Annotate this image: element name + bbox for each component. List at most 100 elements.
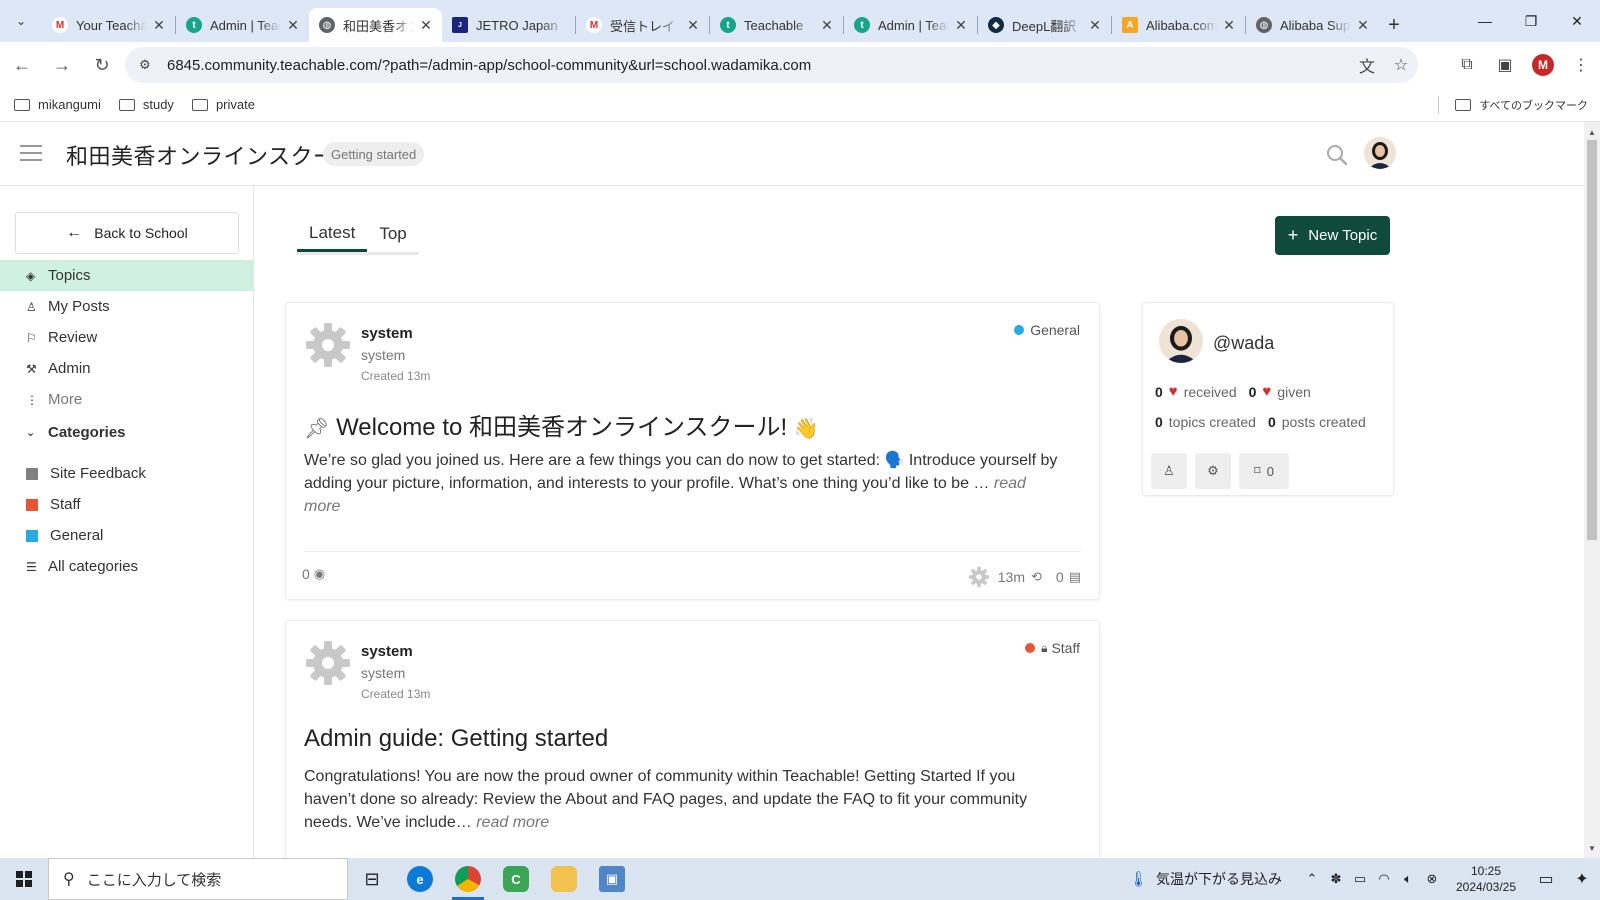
back-to-school-button[interactable]: ← Back to School [15, 212, 239, 254]
url-omnibox[interactable]: ⚙ 6845.community.teachable.com/?path=/ad… [125, 47, 1418, 83]
user-avatar[interactable] [1364, 137, 1396, 169]
tab-top[interactable]: Top [367, 216, 418, 252]
post-category[interactable]: General [1014, 322, 1080, 338]
volume-icon[interactable]: 🔈︎ [1396, 871, 1420, 887]
sidebar-category-all[interactable]: ☰ All categories [0, 551, 254, 582]
profile-avatar[interactable]: M [1532, 54, 1554, 76]
close-window-icon[interactable]: ✕ [1554, 0, 1600, 42]
forward-arrow-icon[interactable]: → [44, 47, 80, 83]
browser-tab[interactable]: t Admin | Teachable ✕ [844, 8, 977, 42]
topic-card[interactable]: system system Created 13m 🔒︎ Staff Admin… [285, 620, 1100, 858]
browser-tab[interactable]: A Alibaba.com ✕ [1112, 8, 1245, 42]
taskbar-search-input[interactable]: ⚲ ここに入力して検索 [48, 858, 348, 900]
browser-menu-icon[interactable]: ⋮ [1562, 55, 1600, 75]
site-title[interactable]: 和田美香オンラインスクール [66, 139, 358, 171]
post-title[interactable]: 📌︎ Welcome to 和田美香オンラインスクール! 👋 [304, 407, 819, 442]
wifi-icon[interactable]: ◠ [1372, 871, 1396, 887]
sidebar-item-admin[interactable]: ⚒ Admin [0, 353, 254, 384]
new-tab-button[interactable]: + [1379, 8, 1409, 42]
browser-tab[interactable]: t Teachable ✕ [710, 8, 843, 42]
taskbar-camtasia[interactable]: C [492, 858, 540, 900]
jetro-icon: J [452, 17, 468, 33]
profile-username[interactable]: @wada [1213, 333, 1274, 354]
close-tab-icon[interactable]: ✕ [685, 17, 701, 34]
extensions-puzzle-icon[interactable]: ⧉ [1448, 56, 1486, 74]
preferences-button[interactable]: ⚙ [1195, 453, 1231, 489]
sidebar-category-site-feedback[interactable]: Site Feedback [0, 458, 254, 489]
browser-tab[interactable]: t Admin | Teachable ✕ [176, 8, 309, 42]
browser-tab[interactable]: ◆ DeepL翻訳 ✕ [978, 8, 1111, 42]
browser-tab[interactable]: M 受信トレイ（ ✕ [576, 8, 709, 42]
post-author[interactable]: system [361, 325, 413, 342]
tab-search-chevron-icon[interactable]: ⌄ [0, 0, 42, 42]
tab-latest[interactable]: Latest [297, 216, 368, 252]
bookmark-folder[interactable]: study [118, 97, 174, 112]
categories-toggle[interactable]: ⌄ Categories [26, 424, 126, 441]
start-button[interactable] [0, 858, 48, 900]
site-settings-icon[interactable]: ⚙ [139, 57, 157, 73]
hamburger-menu-icon[interactable] [20, 145, 42, 161]
scroll-down-arrow-icon[interactable]: ▼ [1584, 840, 1600, 856]
close-tab-icon[interactable]: ✕ [285, 17, 301, 34]
sidebar-item-review[interactable]: ⚐ Review [0, 322, 254, 353]
profile-avatar-large[interactable] [1159, 319, 1203, 363]
browser-tab[interactable]: ◍ Alibaba Sup ✕ [1246, 8, 1379, 42]
search-icon[interactable] [1326, 144, 1348, 166]
bookmark-star-icon[interactable]: ☆ [1384, 55, 1418, 75]
side-panel-icon[interactable]: ▣ [1486, 55, 1524, 75]
scroll-up-arrow-icon[interactable]: ▲ [1584, 124, 1600, 140]
taskbar-clock[interactable]: 10:25 2024/03/25 [1450, 863, 1522, 895]
post-title[interactable]: Admin guide: Getting started [304, 725, 608, 753]
browser-tab[interactable]: J JETRO Japan [442, 8, 575, 42]
taskbar-edge[interactable]: e [396, 858, 444, 900]
reload-icon[interactable]: ↻ [84, 47, 120, 83]
chevron-up-icon[interactable]: ⌃ [1300, 871, 1324, 887]
battery-icon[interactable]: ▭ [1348, 871, 1372, 887]
read-more-link[interactable]: read more [476, 814, 549, 831]
sidebar-category-general[interactable]: General [0, 520, 254, 551]
new-topic-button[interactable]: + New Topic [1275, 216, 1390, 255]
scrollbar-thumb[interactable] [1587, 140, 1597, 540]
bookmark-folder[interactable]: private [191, 97, 255, 112]
close-tab-icon[interactable]: ✕ [418, 17, 434, 34]
getting-started-badge[interactable]: Getting started [323, 142, 425, 166]
close-tab-icon[interactable]: ✕ [1355, 17, 1371, 34]
post-category[interactable]: 🔒︎ Staff [1025, 640, 1080, 656]
sidebar-item-topics[interactable]: ◈ Topics [0, 260, 254, 291]
taskbar-app[interactable]: ▣ [588, 858, 636, 900]
close-tab-icon[interactable]: ✕ [953, 17, 969, 34]
ime-icon[interactable]: ⊗ [1420, 871, 1444, 887]
page-scrollbar[interactable]: ▲ ▼ [1584, 122, 1600, 858]
taskbar-chrome[interactable] [444, 858, 492, 900]
browser-tab[interactable]: M Your Teachable ✕ [42, 8, 175, 42]
browser-tab-active[interactable]: ◍ 和田美香オンライン ✕ [309, 8, 442, 42]
task-view-button[interactable]: ⊟ [348, 858, 396, 900]
taskbar-file-explorer[interactable] [540, 858, 588, 900]
profile-button[interactable]: ♙ [1151, 453, 1187, 489]
back-arrow-icon[interactable]: ← [4, 47, 40, 83]
bookmarks-button[interactable]: ⌑ 0 [1239, 453, 1289, 489]
topic-card[interactable]: system system Created 13m General 📌︎ Wel… [285, 302, 1100, 600]
sidebar-category-staff[interactable]: Staff [0, 489, 254, 520]
bookmark-folder[interactable]: mikangumi [14, 97, 101, 112]
notification-icon[interactable]: ▭ [1528, 869, 1564, 889]
post-created: Created 13m [361, 687, 431, 701]
tray-app-icon[interactable]: ✽ [1324, 871, 1348, 887]
close-tab-icon[interactable]: ✕ [151, 17, 167, 34]
weather-text[interactable]: 気温が下がる見込み [1156, 869, 1282, 889]
close-tab-icon[interactable]: ✕ [1087, 17, 1103, 34]
restore-icon[interactable]: ❐ [1508, 0, 1554, 42]
sidebar-item-my-posts[interactable]: ♙ My Posts [0, 291, 254, 322]
post-author[interactable]: system [361, 643, 413, 660]
post-activity-time[interactable]: 13m [998, 569, 1025, 585]
translate-icon[interactable]: 文 [1350, 53, 1384, 77]
minimize-icon[interactable]: — [1462, 0, 1508, 42]
pin-icon: 📌︎ [304, 418, 330, 440]
all-bookmarks[interactable]: すべてのブックマーク [1438, 95, 1588, 114]
search-icon: ⚲ [63, 871, 75, 888]
copilot-icon[interactable]: ✦ [1564, 869, 1600, 889]
sidebar-item-more[interactable]: ⋮ More [0, 384, 254, 415]
close-tab-icon[interactable]: ✕ [819, 17, 835, 34]
close-tab-icon[interactable]: ✕ [1221, 17, 1237, 34]
url-text[interactable]: 6845.community.teachable.com/?path=/admi… [167, 57, 1350, 74]
